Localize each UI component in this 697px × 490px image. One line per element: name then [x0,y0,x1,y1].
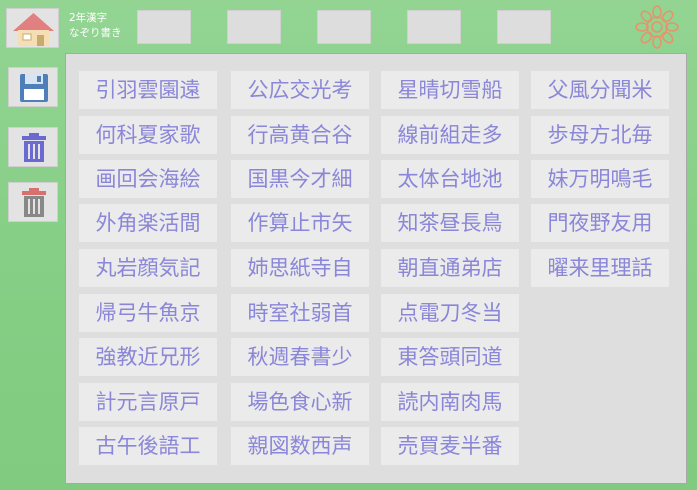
kanji-group-item[interactable]: 親図数西声 [231,427,369,465]
kanji-group-item[interactable]: 引羽雲園遠 [79,71,217,109]
floppy-disk-icon [20,74,48,102]
toolbar-slot-1[interactable] [137,10,191,44]
kanji-group-item[interactable]: 国黒今才細 [231,160,369,198]
kanji-group-item[interactable]: 妹万明鳴毛 [531,160,669,198]
kanji-group-item[interactable]: 丸岩顔気記 [79,249,217,287]
kanji-group-item[interactable]: 朝直通弟店 [381,249,519,287]
kanji-group-item[interactable]: 知茶昼長鳥 [381,204,519,242]
kanji-group-item[interactable]: 歩母方北毎 [531,116,669,154]
toolbar-slot-4[interactable] [407,10,461,44]
trash-icon [22,133,46,162]
kanji-group-item[interactable]: 作算止市矢 [231,204,369,242]
kanji-group-item[interactable]: 姉思紙寺自 [231,249,369,287]
kanji-group-item[interactable]: 公広交光考 [231,71,369,109]
kanji-group-item[interactable]: 売買麦半番 [381,427,519,465]
home-button[interactable] [6,8,59,48]
kanji-group-item[interactable]: 外角楽活間 [79,204,217,242]
toolbar-slot-2[interactable] [227,10,281,44]
kanji-group-item[interactable]: 何科夏家歌 [79,116,217,154]
kanji-group-item[interactable]: 強教近兄形 [79,338,217,376]
kanji-group-item[interactable]: 画回会海絵 [79,160,217,198]
kanji-group-item[interactable]: 点電刀冬当 [381,294,519,332]
kanji-group-item[interactable]: 計元言原戸 [79,383,217,421]
kanji-group-item[interactable]: 帰弓牛魚京 [79,294,217,332]
kanji-group-item[interactable]: 線前組走多 [381,116,519,154]
kanji-group-item[interactable]: 門夜野友用 [531,204,669,242]
gear-flower-icon [635,5,679,49]
delete-button[interactable] [8,127,58,167]
kanji-group-item[interactable]: 時室社弱首 [231,294,369,332]
save-button[interactable] [8,67,58,107]
kanji-group-item[interactable]: 行高黄合谷 [231,116,369,154]
settings-button[interactable] [631,3,683,51]
toolbar-slot-5[interactable] [497,10,551,44]
house-icon [13,13,54,46]
kanji-group-item[interactable]: 曜来里理話 [531,249,669,287]
kanji-group-item[interactable]: 太体台地池 [381,160,519,198]
delete-all-button[interactable] [8,182,58,222]
kanji-group-item[interactable]: 星晴切雪船 [381,71,519,109]
kanji-group-item[interactable]: 読内南肉馬 [381,383,519,421]
kanji-group-item[interactable]: 場色食心新 [231,383,369,421]
kanji-group-item[interactable]: 父風分聞米 [531,71,669,109]
kanji-group-panel: 引羽雲園遠 何科夏家歌 画回会海絵 外角楽活間 丸岩顔気記 帰弓牛魚京 強教近兄… [65,53,687,484]
toolbar-slot-3[interactable] [317,10,371,44]
kanji-group-item[interactable]: 秋週春書少 [231,338,369,376]
trash-all-icon [22,188,46,217]
app-title-line2: なぞり書き [69,27,122,39]
kanji-group-item[interactable]: 東答頭同道 [381,338,519,376]
app-title-line1: 2年漢字 [69,12,108,24]
kanji-group-item[interactable]: 古午後語工 [79,427,217,465]
app-title: 2年漢字 なぞり書き [69,11,122,41]
